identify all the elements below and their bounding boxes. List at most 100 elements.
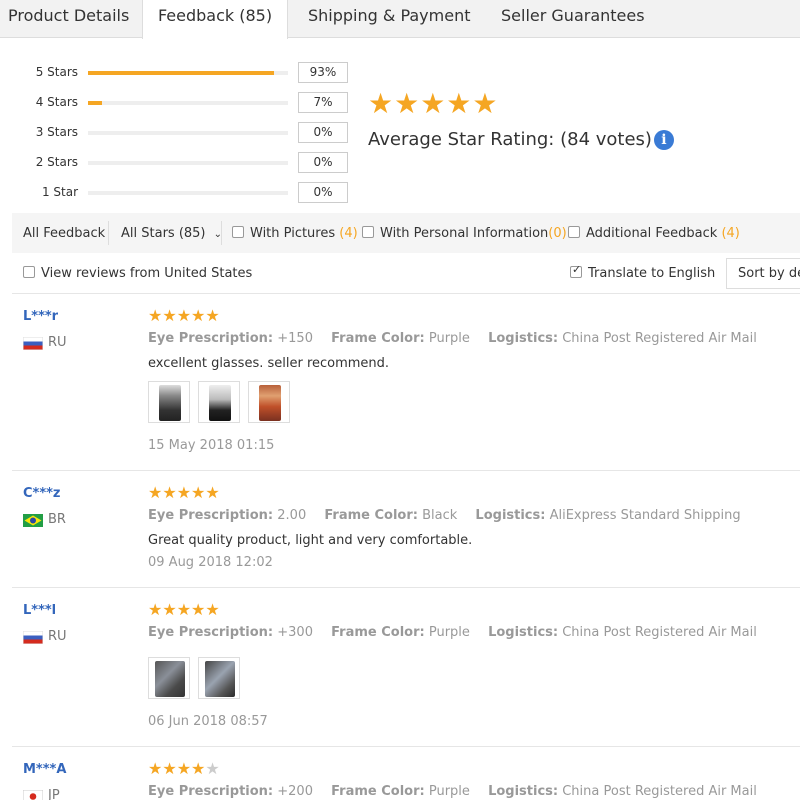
review-photo-thumbnail[interactable]: [148, 381, 190, 423]
review-text: Great quality product, light and very co…: [148, 533, 473, 548]
checkbox[interactable]: [23, 266, 35, 278]
star-filled-icon: ★: [176, 306, 192, 325]
russia-flag-icon: [23, 337, 43, 350]
country-code: BR: [48, 512, 66, 527]
country-code: RU: [48, 629, 67, 644]
star-filled-icon: ★: [205, 483, 220, 502]
checkbox-checked[interactable]: [570, 263, 582, 278]
review-photo-thumbnail[interactable]: [198, 657, 241, 699]
meta-label: Eye Prescription:: [148, 508, 274, 523]
review-date: 06 Jun 2018 08:57: [148, 714, 268, 729]
info-icon[interactable]: i: [653, 130, 674, 150]
star-filled-icon: ★: [176, 483, 192, 502]
frame-color-value: Black: [422, 508, 458, 523]
brazil-flag-icon: [23, 514, 43, 527]
tab-shipping-payment[interactable]: Shipping & Payment: [308, 0, 471, 38]
star-filled-icon: ★: [148, 306, 163, 325]
all-feedback-filter[interactable]: All Feedback: [23, 226, 105, 241]
translate-option[interactable]: Translate to English: [570, 263, 716, 281]
frame-color-value: Purple: [428, 331, 470, 346]
rating-label: 1 Star: [41, 185, 78, 199]
sort-dropdown[interactable]: Sort by def: [726, 258, 800, 289]
meta-label: Logistics:: [475, 508, 546, 523]
star-filled-icon: ★: [148, 600, 163, 619]
with-personal-count: (0): [548, 226, 567, 241]
star-filled-icon: ★: [162, 759, 177, 778]
tab-feedback[interactable]: Feedback (85): [142, 0, 288, 39]
review-photo-thumbnail[interactable]: [198, 381, 241, 423]
review-photos: [148, 657, 244, 703]
with-personal-info-filter[interactable]: With Personal Information(0): [362, 226, 567, 241]
additional-feedback-filter[interactable]: Additional Feedback (4): [568, 226, 740, 241]
feedback-filter-bar: All Feedback All Stars (85) ⌄ With Pictu…: [12, 213, 800, 253]
review-photo-thumbnail[interactable]: [248, 381, 291, 423]
rating-label: 2 Stars: [35, 155, 78, 169]
star-filled-icon: ★: [205, 306, 220, 325]
reviewer-name[interactable]: M***A: [23, 762, 66, 777]
rating-percent: 7%: [298, 92, 348, 113]
all-stars-label: All Stars (85): [121, 226, 206, 241]
translate-label: Translate to English: [588, 266, 716, 281]
rating-row-2[interactable]: 2 Stars 0%: [0, 152, 360, 174]
all-stars-dropdown[interactable]: All Stars (85) ⌄: [121, 226, 222, 241]
review-meta: Eye Prescription: 2.00 Frame Color: Blac…: [148, 508, 741, 523]
view-us-reviews-option[interactable]: View reviews from United States: [23, 266, 252, 281]
review-stars: ★★★★★: [148, 759, 220, 778]
logistics-value: China Post Registered Air Mail: [562, 625, 757, 640]
reviewer-name[interactable]: L***l: [23, 603, 56, 618]
review-date: 09 Aug 2018 12:02: [148, 555, 273, 570]
tab-product-details[interactable]: Product Details: [8, 0, 129, 38]
checkbox[interactable]: [362, 226, 374, 238]
additional-count: (4): [721, 226, 740, 241]
review-photos: [148, 381, 294, 427]
rating-row-5[interactable]: 5 Stars 93%: [0, 62, 360, 84]
review-meta: Eye Prescription: +300 Frame Color: Purp…: [148, 625, 757, 640]
view-us-label: View reviews from United States: [41, 266, 253, 281]
logistics-value: China Post Registered Air Mail: [562, 331, 757, 346]
logistics-value: AliExpress Standard Shipping: [549, 508, 741, 523]
meta-label: Logistics:: [488, 331, 559, 346]
rating-row-3[interactable]: 3 Stars 0%: [0, 122, 360, 144]
divider: [12, 470, 800, 471]
star-filled-icon: ★: [205, 600, 220, 619]
divider: [12, 746, 800, 747]
country-code: RU: [48, 335, 67, 350]
review-photo-thumbnail[interactable]: [148, 657, 190, 699]
star-filled-icon: ★: [162, 306, 177, 325]
rating-label: 4 Stars: [35, 95, 78, 109]
review-meta: Eye Prescription: +200 Frame Color: Purp…: [148, 784, 757, 799]
star-filled-icon: ★: [162, 483, 177, 502]
star-filled-icon: ★: [191, 759, 206, 778]
checkbox[interactable]: [568, 226, 580, 238]
rating-bar: [88, 71, 288, 75]
frame-color-value: Purple: [428, 625, 470, 640]
frame-color-value: Purple: [428, 784, 470, 799]
country-code: JP: [48, 788, 60, 800]
logistics-value: China Post Registered Air Mail: [562, 784, 757, 799]
divider: [12, 293, 800, 294]
review-meta: Eye Prescription: +150 Frame Color: Purp…: [148, 331, 757, 346]
review-date: 15 May 2018 01:15: [148, 438, 275, 453]
review-stars: ★★★★★: [148, 600, 220, 619]
checkbox[interactable]: [232, 226, 244, 238]
reviewer-name[interactable]: C***z: [23, 486, 61, 501]
rating-bar: [88, 191, 288, 195]
tab-seller-guarantees[interactable]: Seller Guarantees: [501, 0, 645, 38]
meta-label: Frame Color:: [324, 508, 418, 523]
rating-label: 3 Stars: [35, 125, 78, 139]
prescription-value: +150: [277, 331, 313, 346]
meta-label: Frame Color:: [331, 331, 425, 346]
reviewer-name[interactable]: L***r: [23, 309, 58, 324]
meta-label: Logistics:: [488, 625, 559, 640]
rating-row-4[interactable]: 4 Stars 7%: [0, 92, 360, 114]
meta-label: Eye Prescription:: [148, 625, 274, 640]
star-filled-icon: ★: [148, 759, 163, 778]
rating-row-1[interactable]: 1 Star 0%: [0, 182, 360, 204]
prescription-value: +200: [277, 784, 313, 799]
rating-percent: 0%: [298, 152, 348, 173]
with-personal-label: With Personal Information: [380, 226, 549, 241]
with-pictures-filter[interactable]: With Pictures (4): [232, 226, 358, 241]
with-pictures-count: (4): [339, 226, 358, 241]
additional-label: Additional Feedback: [586, 226, 718, 241]
russia-flag-icon: [23, 631, 43, 644]
